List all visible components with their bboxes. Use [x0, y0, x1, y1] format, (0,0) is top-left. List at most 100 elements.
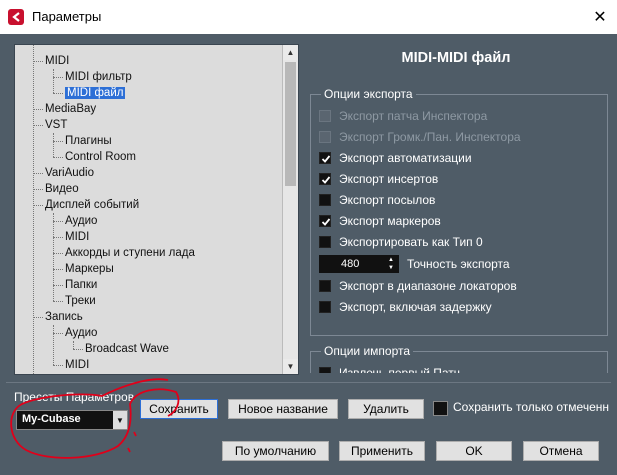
tree-connector — [53, 325, 54, 365]
export-option-label: Экспорт в диапазоне локаторов — [339, 279, 517, 293]
tree-item[interactable]: VariAudio — [45, 165, 94, 181]
tree-item-label: Папки — [65, 279, 98, 291]
tree-item[interactable]: Плагины — [65, 133, 112, 149]
export-resolution-field[interactable]: 480 ▲ ▼ — [319, 255, 399, 273]
tree-item[interactable]: MediaBay — [45, 101, 96, 117]
delete-preset-button[interactable]: Удалить — [348, 399, 424, 419]
tree-connector — [33, 45, 34, 374]
cancel-button[interactable]: Отмена — [523, 441, 599, 461]
tree-connector — [53, 285, 63, 286]
tree-item-label: MIDI фильтр — [65, 71, 132, 83]
tree-item-label: Аудио — [65, 327, 98, 339]
import-option-label: Извлечь первый Патч — [339, 366, 461, 373]
tree-item[interactable]: VST — [45, 117, 67, 133]
tree-item[interactable]: Видео — [45, 181, 79, 197]
new-name-button[interactable]: Новое название — [228, 399, 338, 419]
preferences-tree: MIDI MIDI фильтр MIDI файл MediaBay VST Плаги… — [14, 44, 299, 375]
export-option-label: Экспорт посылов — [339, 193, 436, 207]
tree-connector — [33, 125, 43, 126]
tree-item[interactable]: MIDI фильтр — [65, 69, 132, 85]
tree-connector — [33, 61, 43, 62]
export-options-group: Опции экспорта Экспорт патча Инспектора Э… — [310, 87, 608, 336]
tree-item[interactable]: MIDI — [65, 229, 89, 245]
tree-connector — [33, 189, 43, 190]
tree-item-label: MediaBay — [45, 103, 97, 115]
ok-button[interactable]: OK — [436, 441, 512, 461]
checkbox-icon[interactable] — [319, 367, 331, 373]
tree-connector — [33, 205, 43, 206]
checkbox-checked-icon[interactable] — [319, 215, 331, 227]
save-preset-button[interactable]: Сохранить — [140, 399, 218, 419]
title-bar: Параметры ✕ — [0, 0, 617, 34]
checkbox-icon[interactable] — [319, 131, 331, 143]
cubase-app-icon — [8, 9, 24, 25]
checkbox-icon[interactable] — [319, 194, 331, 206]
tree-item-label: MIDI — [65, 231, 90, 243]
export-option-label: Экспорт Громк./Пан. Инспектора — [339, 130, 521, 144]
scroll-up-icon[interactable]: ▲ — [283, 45, 298, 60]
export-group-label: Опции экспорта — [321, 87, 416, 101]
spin-arrows-icon[interactable]: ▲ ▼ — [388, 256, 396, 272]
tree-item[interactable]: Аудио — [65, 213, 97, 229]
tree-item-label: Дисплей событий — [45, 199, 140, 211]
tree-scrollbar[interactable]: ▲ ▼ — [282, 45, 298, 374]
tree-item[interactable]: Треки — [65, 293, 96, 309]
tree-item[interactable]: Аудио — [65, 325, 97, 341]
tree-item-label: Маркеры — [65, 263, 114, 275]
tree-item[interactable]: Маркеры — [65, 261, 114, 277]
tree-item[interactable]: Папки — [65, 277, 97, 293]
presets-label: Пресеты Параметров — [14, 390, 135, 404]
panel-title: MIDI-MIDI файл — [401, 50, 511, 66]
tree-item-label: Аудио — [65, 215, 98, 227]
tree-item-label: Плагины — [65, 135, 112, 147]
preset-value: My-Cubase — [22, 413, 81, 425]
defaults-button[interactable]: По умолчанию — [222, 441, 329, 461]
tree-item-label: Треки — [65, 295, 96, 307]
save-only-checked-label: Сохранить только отмеченн — [453, 400, 609, 414]
tree-item[interactable]: MIDI — [45, 53, 69, 69]
tree-item-label: VariAudio — [45, 167, 95, 179]
checkbox-icon[interactable] — [319, 280, 331, 292]
tree-connector — [53, 301, 63, 302]
checkbox-checked-icon[interactable] — [319, 152, 331, 164]
tree-item[interactable]: Аккорды и ступени лада — [65, 245, 195, 261]
export-option-label: Экспортировать как Тип 0 — [339, 235, 483, 249]
separator — [6, 382, 611, 383]
export-option-label: Экспорт, включая задержку — [339, 300, 492, 314]
export-option-label: Экспорт инсертов — [339, 172, 439, 186]
checkbox-checked-icon[interactable] — [319, 173, 331, 185]
checkbox-icon[interactable] — [319, 236, 331, 248]
tree-connector — [53, 221, 63, 222]
chevron-down-icon[interactable]: ▼ — [113, 411, 127, 429]
tree-connector — [53, 141, 63, 142]
export-option-label: Экспорт патча Инспектора — [339, 109, 488, 123]
scrollbar-thumb[interactable] — [285, 62, 296, 186]
window-title: Параметры — [32, 9, 102, 24]
tree-item-label: MIDI — [65, 359, 90, 371]
tree-item[interactable]: MIDI файл — [65, 85, 126, 101]
tree-item-label: MIDI файл — [65, 87, 126, 99]
tree-list: MIDI MIDI фильтр MIDI файл MediaBay VST Плаги… — [15, 45, 281, 374]
tree-connector — [53, 237, 63, 238]
checkbox-icon[interactable] — [319, 110, 331, 122]
tree-connector — [53, 69, 54, 93]
export-option-label: Экспорт автоматизации — [339, 151, 472, 165]
tree-item[interactable]: Запись — [45, 309, 83, 325]
tree-connector — [53, 157, 63, 158]
tree-connector — [53, 213, 54, 301]
scroll-down-icon[interactable]: ▼ — [283, 359, 298, 374]
tree-item-label: Broadcast Wave — [85, 343, 169, 355]
tree-item[interactable]: Дисплей событий — [45, 197, 139, 213]
import-options-group: Опции импорта Извлечь первый Патч — [310, 344, 608, 373]
tree-connector — [53, 253, 63, 254]
tree-item[interactable]: Control Room — [65, 149, 136, 165]
checkbox-icon[interactable] — [319, 301, 331, 313]
close-icon[interactable]: ✕ — [585, 2, 615, 32]
tree-item[interactable]: MIDI — [65, 357, 89, 373]
preset-select[interactable]: My-Cubase ▼ — [16, 410, 128, 430]
tree-item[interactable]: Broadcast Wave — [85, 341, 169, 357]
apply-button[interactable]: Применить — [339, 441, 425, 461]
tree-connector — [33, 173, 43, 174]
save-only-checked-checkbox[interactable] — [433, 401, 448, 416]
resolution-label: Точность экспорта — [407, 257, 510, 271]
